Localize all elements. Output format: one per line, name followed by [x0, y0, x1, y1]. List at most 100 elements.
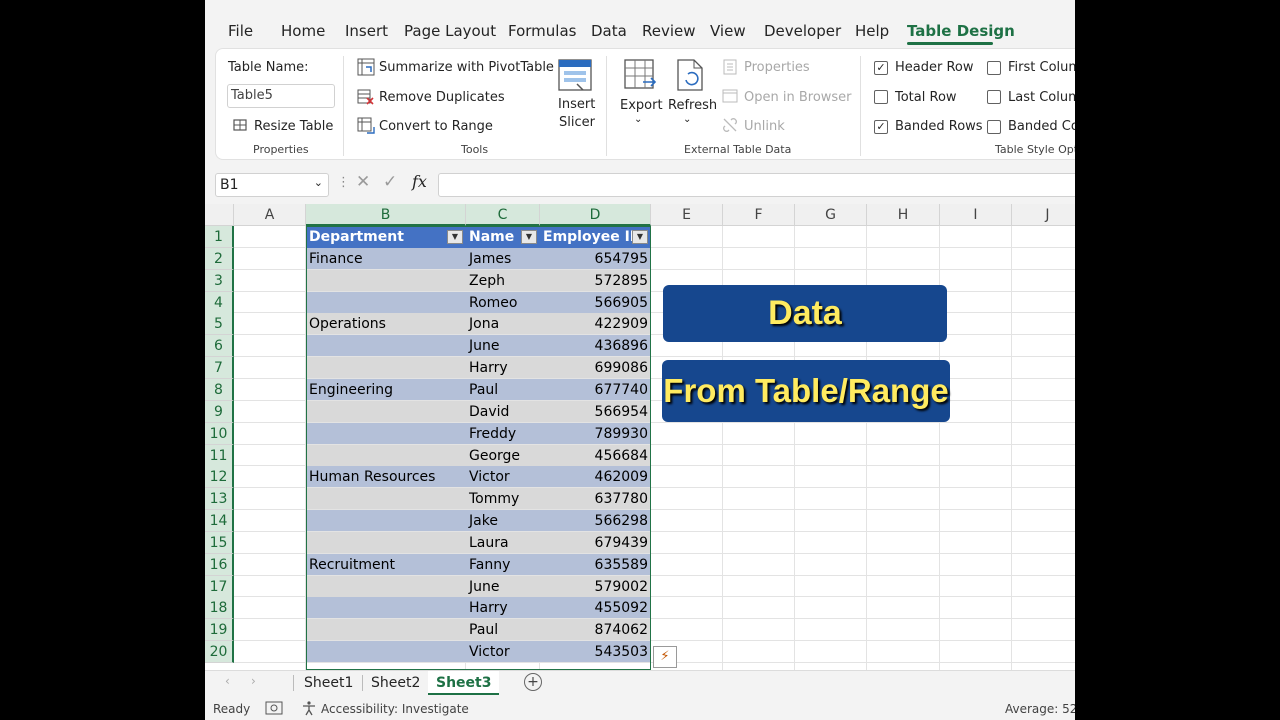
- sheet-tab-sheet2[interactable]: Sheet2: [363, 671, 428, 695]
- table-cell[interactable]: [306, 531, 466, 553]
- table-cell[interactable]: Paul: [466, 619, 540, 641]
- export-button[interactable]: Export: [620, 98, 663, 113]
- table-cell[interactable]: 566954: [540, 400, 651, 422]
- menu-review[interactable]: Review: [642, 22, 696, 40]
- table-cell[interactable]: [306, 422, 466, 444]
- insert-slicer-label-2[interactable]: Slicer: [559, 115, 595, 130]
- cancel-icon[interactable]: ✕: [356, 172, 370, 192]
- formula-input[interactable]: [438, 173, 1075, 197]
- quick-analysis-icon[interactable]: ⚡: [653, 646, 677, 668]
- table-cell[interactable]: Tommy: [466, 488, 540, 510]
- export-chevron-icon[interactable]: ⌄: [634, 114, 642, 125]
- table-cell[interactable]: Zeph: [466, 269, 540, 291]
- table-cell[interactable]: [306, 291, 466, 313]
- table-cell[interactable]: Freddy: [466, 422, 540, 444]
- table-cell[interactable]: [306, 641, 466, 663]
- column-header-h[interactable]: H: [867, 204, 940, 226]
- column-header-f[interactable]: F: [723, 204, 795, 226]
- table-cell[interactable]: Fanny: [466, 553, 540, 575]
- table-cell[interactable]: 572895: [540, 269, 651, 291]
- row-header-4[interactable]: 4: [205, 291, 234, 314]
- table-header-cell[interactable]: Employee ID ▼: [540, 226, 651, 248]
- table-cell[interactable]: George: [466, 444, 540, 466]
- menu-developer[interactable]: Developer: [764, 22, 841, 40]
- table-cell[interactable]: 455092: [540, 597, 651, 619]
- add-sheet-icon[interactable]: +: [524, 673, 542, 691]
- table-cell[interactable]: 462009: [540, 466, 651, 488]
- filter-dropdown-icon[interactable]: ▼: [521, 230, 537, 244]
- table-cell[interactable]: 654795: [540, 247, 651, 269]
- menu-table-design[interactable]: Table Design: [907, 22, 1015, 40]
- table-cell[interactable]: [306, 597, 466, 619]
- properties-button[interactable]: Properties: [744, 60, 810, 75]
- table-cell[interactable]: David: [466, 400, 540, 422]
- column-header-d[interactable]: D: [540, 204, 651, 226]
- column-header-j[interactable]: J: [1012, 204, 1075, 226]
- refresh-chevron-icon[interactable]: ⌄: [683, 114, 691, 125]
- table-cell[interactable]: Operations: [306, 313, 466, 335]
- last-column-checkbox[interactable]: [987, 90, 1001, 104]
- row-header-20[interactable]: 20: [205, 641, 234, 664]
- first-column-checkbox[interactable]: [987, 61, 1001, 75]
- column-header-a[interactable]: A: [234, 204, 306, 226]
- table-cell[interactable]: Laura: [466, 531, 540, 553]
- column-header-c[interactable]: C: [466, 204, 540, 226]
- sheet-tab-sheet3[interactable]: Sheet3: [428, 671, 500, 695]
- table-cell[interactable]: Recruitment: [306, 553, 466, 575]
- row-header-11[interactable]: 11: [205, 444, 234, 467]
- row-header-6[interactable]: 6: [205, 335, 234, 358]
- row-header-7[interactable]: 7: [205, 357, 234, 380]
- row-header-1[interactable]: 1: [205, 226, 234, 248]
- menu-insert[interactable]: Insert: [345, 22, 388, 40]
- more-options-icon[interactable]: ⋮: [337, 175, 350, 190]
- macro-record-icon[interactable]: [265, 700, 283, 719]
- table-cell[interactable]: Romeo: [466, 291, 540, 313]
- table-cell[interactable]: Paul: [466, 378, 540, 400]
- total-row-checkbox[interactable]: [874, 90, 888, 104]
- header-row-checkbox[interactable]: ✓: [874, 61, 888, 75]
- banded-columns-checkbox[interactable]: [987, 120, 1001, 134]
- menu-page-layout[interactable]: Page Layout: [404, 22, 496, 40]
- refresh-button[interactable]: Refresh: [668, 98, 717, 113]
- table-header-cell[interactable]: Name ▼: [466, 226, 540, 248]
- table-header-cell[interactable]: Department ▼: [306, 226, 466, 248]
- name-box[interactable]: B1 ⌄: [215, 173, 329, 197]
- table-cell[interactable]: James: [466, 247, 540, 269]
- column-header-i[interactable]: I: [940, 204, 1012, 226]
- table-cell[interactable]: [306, 335, 466, 357]
- table-cell[interactable]: June: [466, 575, 540, 597]
- banded-rows-checkbox[interactable]: ✓: [874, 120, 888, 134]
- table-cell[interactable]: 637780: [540, 488, 651, 510]
- insert-function-icon[interactable]: fx: [412, 172, 427, 191]
- filter-dropdown-icon[interactable]: ▼: [447, 230, 463, 244]
- status-average[interactable]: Average: 5206: [1005, 702, 1075, 716]
- table-cell[interactable]: Human Resources: [306, 466, 466, 488]
- row-header-3[interactable]: 3: [205, 269, 234, 292]
- unlink-button[interactable]: Unlink: [744, 119, 785, 134]
- row-header-17[interactable]: 17: [205, 575, 234, 598]
- filter-dropdown-icon[interactable]: ▼: [632, 230, 648, 244]
- table-cell[interactable]: 422909: [540, 313, 651, 335]
- accessibility-status[interactable]: Accessibility: Investigate: [321, 702, 469, 716]
- table-cell[interactable]: [306, 357, 466, 379]
- table-cell[interactable]: 456684: [540, 444, 651, 466]
- sheet-tab-sheet1[interactable]: Sheet1: [296, 671, 361, 695]
- table-cell[interactable]: 677740: [540, 378, 651, 400]
- table-cell[interactable]: Harry: [466, 357, 540, 379]
- row-header-16[interactable]: 16: [205, 553, 234, 576]
- table-name-input[interactable]: Table5: [227, 84, 335, 108]
- table-cell[interactable]: 566905: [540, 291, 651, 313]
- row-header-14[interactable]: 14: [205, 510, 234, 533]
- menu-help[interactable]: Help: [855, 22, 889, 40]
- row-header-12[interactable]: 12: [205, 466, 234, 489]
- table-cell[interactable]: [306, 444, 466, 466]
- remove-duplicates-button[interactable]: Remove Duplicates: [379, 90, 505, 105]
- table-cell[interactable]: 874062: [540, 619, 651, 641]
- summarize-pivot-button[interactable]: Summarize with PivotTable: [379, 60, 554, 75]
- row-header-10[interactable]: 10: [205, 422, 234, 445]
- menu-file[interactable]: File: [228, 22, 253, 40]
- table-cell[interactable]: 635589: [540, 553, 651, 575]
- table-cell[interactable]: 789930: [540, 422, 651, 444]
- convert-to-range-button[interactable]: Convert to Range: [379, 119, 493, 134]
- table-cell[interactable]: [306, 400, 466, 422]
